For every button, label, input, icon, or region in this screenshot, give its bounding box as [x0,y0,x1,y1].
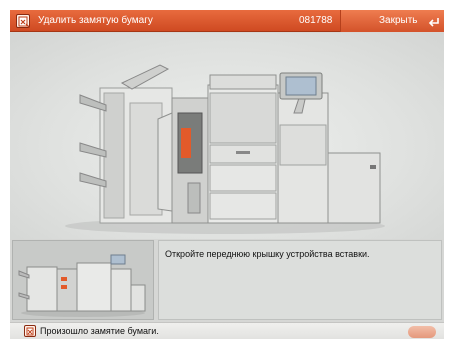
instruction-panel: Откройте переднюю крышку устройства вста… [158,240,442,320]
title-bar: Удалить замятую бумагу 081788 Закрыть [10,10,444,32]
close-button-label: Закрыть [379,15,418,26]
screen: Удалить замятую бумагу 081788 Закрыть От… [10,10,444,339]
page-title: Удалить замятую бумагу [38,15,153,26]
paper-jam-status-icon [24,325,36,337]
status-monitor-button[interactable] [408,326,436,338]
return-arrow-icon [428,17,440,30]
printer-thumbnail-image [18,254,146,317]
printer-illustration [65,64,385,234]
job-counter: 081788 [299,15,333,26]
instruction-text: Откройте переднюю крышку устройства вста… [165,249,370,259]
main-illustration-area [10,33,444,239]
step-thumbnail [12,240,154,320]
status-message: Произошло замятие бумаги. [40,326,159,336]
close-button[interactable]: Закрыть [340,10,444,32]
paper-jam-icon [16,14,30,28]
status-bar: Произошло замятие бумаги. [10,322,444,339]
